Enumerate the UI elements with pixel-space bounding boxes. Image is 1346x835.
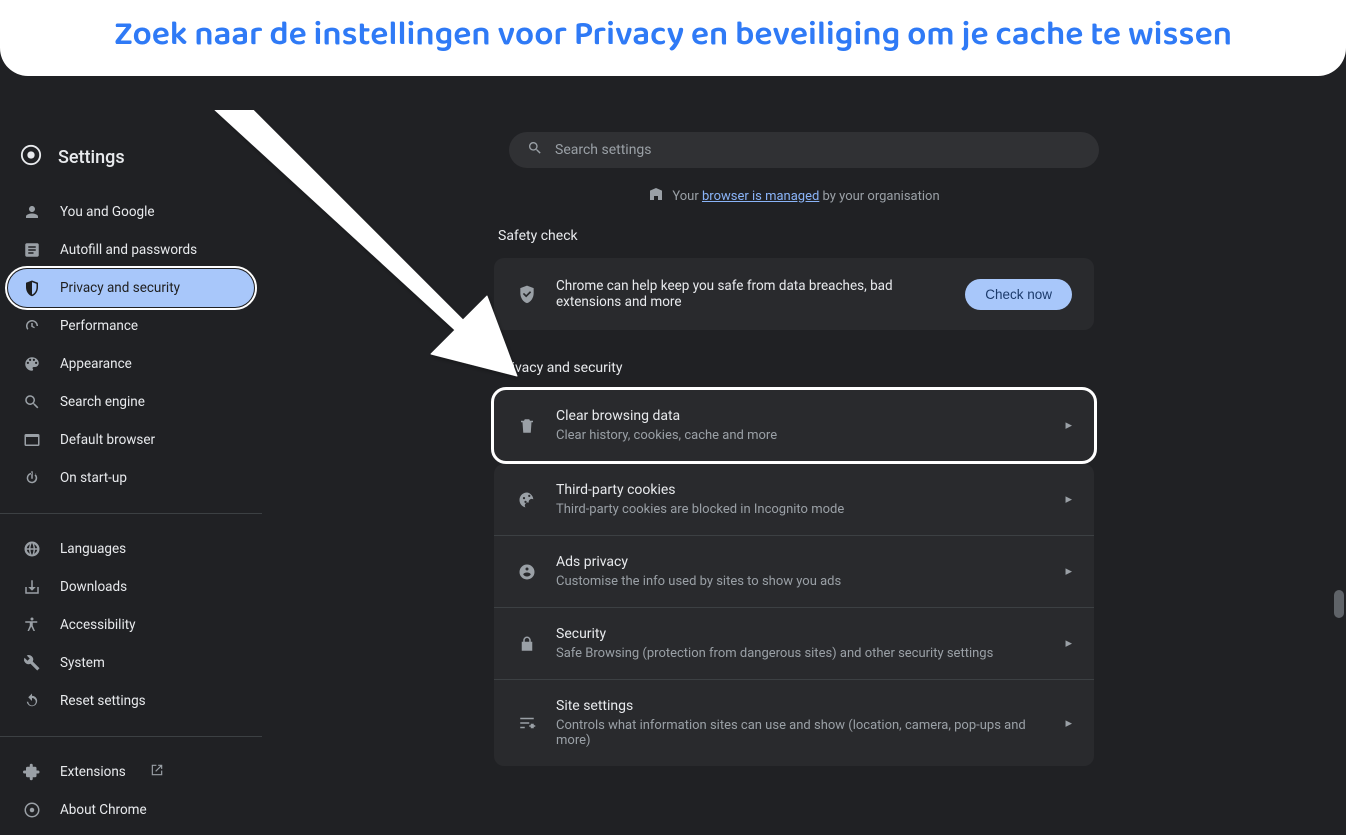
row-title: Security <box>556 626 1047 642</box>
sidebar-item-label: You and Google <box>60 204 155 220</box>
ads-icon <box>516 563 538 581</box>
sidebar-item-autofill[interactable]: Autofill and passwords <box>8 231 254 269</box>
lock-icon <box>516 635 538 653</box>
safety-check-card: Chrome can help keep you safe from data … <box>494 258 1094 330</box>
extension-icon <box>22 763 42 781</box>
sidebar-item-label: On start-up <box>60 470 127 486</box>
sidebar-item-label: Languages <box>60 541 126 557</box>
managed-banner: Your browser is managed by your organisa… <box>494 186 1094 206</box>
privacy-security-heading: Privacy and security <box>498 360 1094 376</box>
sidebar-item-privacy-security[interactable]: Privacy and security <box>8 269 254 307</box>
check-now-button[interactable]: Check now <box>965 279 1072 310</box>
row-subtitle: Safe Browsing (protection from dangerous… <box>556 646 1047 661</box>
sidebar-item-you-and-google[interactable]: You and Google <box>8 193 254 231</box>
site-settings-row[interactable]: Site settings Controls what information … <box>494 680 1094 766</box>
autofill-icon <box>22 241 42 259</box>
scrollbar[interactable] <box>1334 254 1344 814</box>
download-icon <box>22 578 42 596</box>
sidebar-item-label: Reset settings <box>60 693 146 709</box>
managed-link[interactable]: browser is managed <box>702 189 819 204</box>
sidebar-item-performance[interactable]: Performance <box>8 307 254 345</box>
wrench-icon <box>22 654 42 672</box>
sidebar-item-label: Downloads <box>60 579 127 595</box>
clear-browsing-data-card: Clear browsing data Clear history, cooki… <box>494 390 1094 461</box>
sidebar-item-accessibility[interactable]: Accessibility <box>8 606 254 644</box>
person-icon <box>22 203 42 221</box>
search-icon <box>22 393 42 411</box>
sidebar: Settings You and Google Autofill and pas… <box>0 124 262 714</box>
chevron-right-icon: ▸ <box>1065 492 1072 507</box>
annotation-text: Zoek naar de instellingen voor Privacy e… <box>114 7 1232 62</box>
sidebar-title: Settings <box>58 147 125 168</box>
clear-browsing-data-row[interactable]: Clear browsing data Clear history, cooki… <box>494 390 1094 461</box>
safety-check-heading: Safety check <box>498 228 1094 244</box>
sidebar-item-label: Privacy and security <box>60 280 180 296</box>
chrome-icon <box>22 801 42 819</box>
safety-check-message: Chrome can help keep you safe from data … <box>556 278 947 310</box>
sidebar-item-system[interactable]: System <box>8 644 254 682</box>
managed-suffix: by your organisation <box>819 189 939 204</box>
row-subtitle: Third-party cookies are blocked in Incog… <box>556 502 1047 517</box>
sidebar-divider <box>0 736 262 737</box>
browser-icon <box>22 431 42 449</box>
reset-icon <box>22 692 42 710</box>
third-party-cookies-row[interactable]: Third-party cookies Third-party cookies … <box>494 464 1094 536</box>
row-title: Site settings <box>556 698 1047 714</box>
building-icon <box>648 186 664 206</box>
external-link-icon <box>150 763 164 781</box>
chevron-right-icon: ▸ <box>1065 636 1072 651</box>
scrollbar-thumb[interactable] <box>1334 590 1344 618</box>
ads-privacy-row[interactable]: Ads privacy Customise the info used by s… <box>494 536 1094 608</box>
sidebar-item-search-engine[interactable]: Search engine <box>8 383 254 421</box>
main-panel: Search settings Your browser is managed … <box>262 124 1346 714</box>
chevron-right-icon: ▸ <box>1065 418 1072 433</box>
search-settings-input[interactable]: Search settings <box>509 132 1099 168</box>
row-title: Ads privacy <box>556 554 1047 570</box>
row-subtitle: Customise the info used by sites to show… <box>556 574 1047 589</box>
managed-prefix: Your <box>672 189 702 204</box>
sidebar-item-about-chrome[interactable]: About Chrome <box>8 791 254 829</box>
annotation-banner: Zoek naar de instellingen voor Privacy e… <box>0 0 1346 76</box>
power-icon <box>22 469 42 487</box>
sidebar-item-label: Search engine <box>60 394 145 410</box>
chrome-logo-icon <box>20 144 42 171</box>
row-subtitle: Clear history, cookies, cache and more <box>556 428 1047 443</box>
shield-icon <box>22 279 42 297</box>
sidebar-item-label: Appearance <box>60 356 132 372</box>
palette-icon <box>22 355 42 373</box>
chevron-right-icon: ▸ <box>1065 716 1072 731</box>
sidebar-item-label: About Chrome <box>60 802 147 818</box>
sidebar-item-downloads[interactable]: Downloads <box>8 568 254 606</box>
cookie-icon <box>516 491 538 509</box>
sidebar-item-languages[interactable]: Languages <box>8 530 254 568</box>
globe-icon <box>22 540 42 558</box>
security-row[interactable]: Security Safe Browsing (protection from … <box>494 608 1094 680</box>
search-placeholder: Search settings <box>555 142 652 158</box>
sidebar-item-extensions[interactable]: Extensions <box>8 753 254 791</box>
tune-icon <box>516 714 538 732</box>
sidebar-item-label: Default browser <box>60 432 155 448</box>
shield-check-icon <box>516 284 538 304</box>
accessibility-icon <box>22 616 42 634</box>
sidebar-item-on-startup[interactable]: On start-up <box>8 459 254 497</box>
chevron-right-icon: ▸ <box>1065 564 1072 579</box>
row-title: Third-party cookies <box>556 482 1047 498</box>
sidebar-item-label: Performance <box>60 318 138 334</box>
sidebar-divider <box>0 513 262 514</box>
sidebar-item-label: Extensions <box>60 764 126 780</box>
sidebar-item-label: Accessibility <box>60 617 136 633</box>
sidebar-item-default-browser[interactable]: Default browser <box>8 421 254 459</box>
sidebar-item-reset[interactable]: Reset settings <box>8 682 254 720</box>
search-icon <box>527 140 543 160</box>
sidebar-header: Settings <box>0 132 262 187</box>
row-subtitle: Controls what information sites can use … <box>556 718 1047 748</box>
sidebar-item-label: Autofill and passwords <box>60 242 197 258</box>
sidebar-item-appearance[interactable]: Appearance <box>8 345 254 383</box>
row-title: Clear browsing data <box>556 408 1047 424</box>
sidebar-item-label: System <box>60 655 105 671</box>
trash-icon <box>516 417 538 435</box>
speedometer-icon <box>22 317 42 335</box>
privacy-options-card: Third-party cookies Third-party cookies … <box>494 464 1094 766</box>
